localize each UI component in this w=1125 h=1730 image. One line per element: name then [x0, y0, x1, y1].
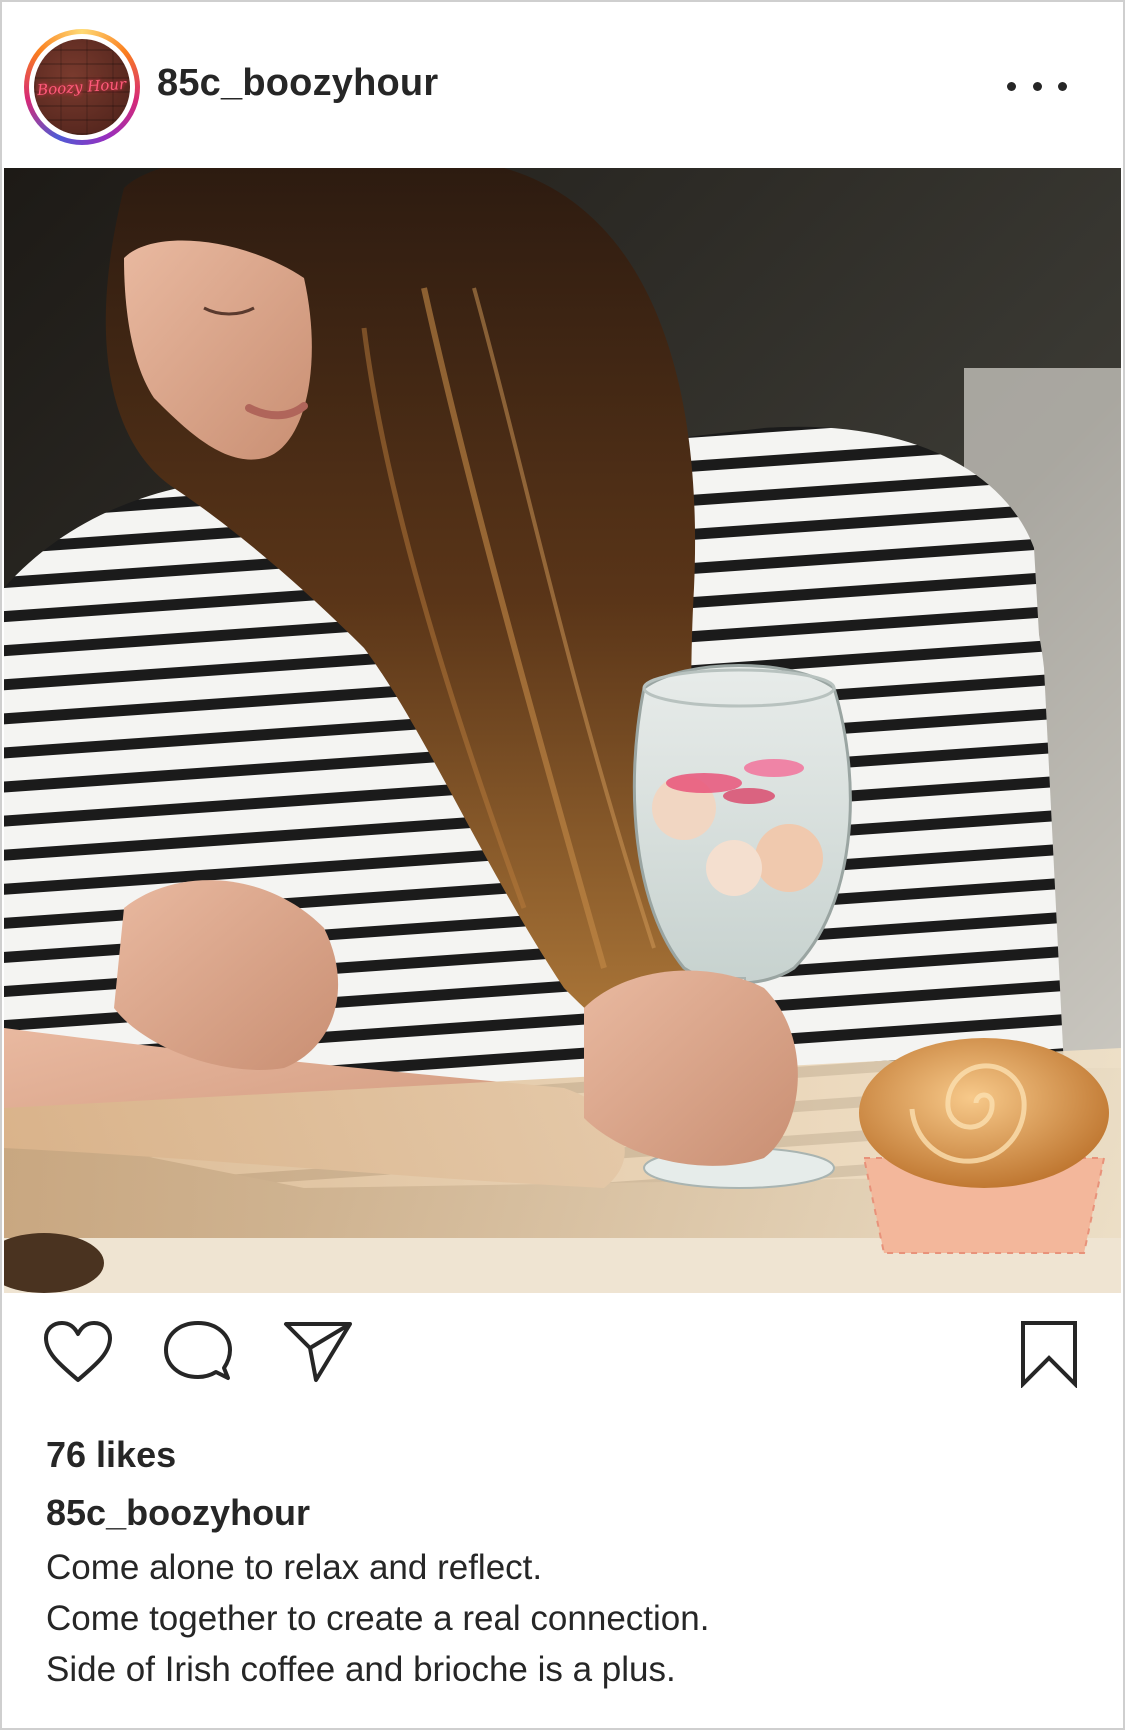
- avatar-logo-text: Boozy Hour: [36, 74, 128, 100]
- paper-plane-icon[interactable]: [282, 1320, 354, 1389]
- caption-line: Come together to create a real connectio…: [46, 1599, 710, 1638]
- caption-text: Come alone to relax and reflect. Come to…: [46, 1542, 1086, 1695]
- caption-line: Side of Irish coffee and brioche is a pl…: [46, 1650, 676, 1689]
- caption-line: Come alone to relax and reflect.: [46, 1548, 543, 1587]
- post-image[interactable]: [4, 168, 1121, 1293]
- bookmark-icon[interactable]: [1019, 1320, 1079, 1393]
- comment-bubble-icon[interactable]: [162, 1320, 234, 1389]
- avatar[interactable]: Boozy Hour: [34, 39, 130, 135]
- more-options-icon[interactable]: [1007, 72, 1067, 100]
- action-bar: [2, 1320, 1123, 1400]
- post-username[interactable]: 85c_boozyhour: [157, 62, 438, 105]
- post-card: Boozy Hour 85c_boozyhour 76 likes 85c_bo…: [0, 0, 1125, 1730]
- heart-icon[interactable]: [42, 1320, 114, 1389]
- caption-username[interactable]: 85c_boozyhour: [46, 1492, 310, 1534]
- story-ring[interactable]: Boozy Hour: [24, 29, 140, 145]
- likes-count[interactable]: 76 likes: [46, 1434, 176, 1476]
- post-header: Boozy Hour 85c_boozyhour: [2, 2, 1123, 166]
